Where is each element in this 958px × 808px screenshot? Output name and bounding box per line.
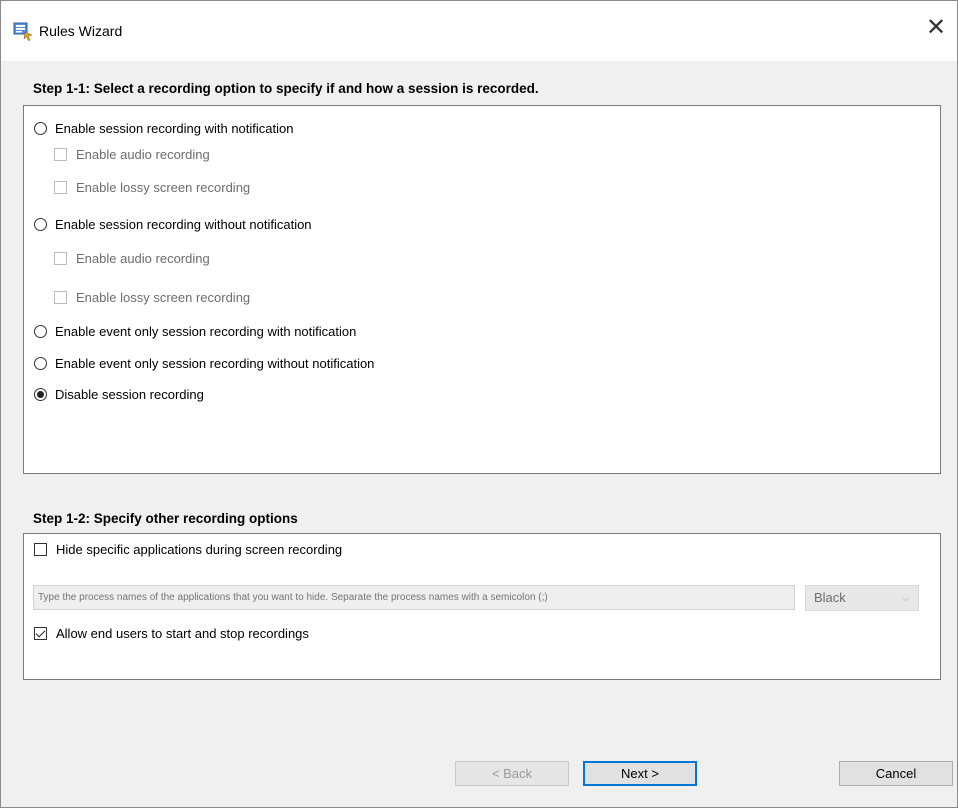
checkbox-label: Enable lossy screen recording	[76, 179, 251, 195]
radio-label: Disable session recording	[55, 386, 204, 402]
close-icon: ✕	[925, 14, 947, 41]
checkbox-audio-recording-1: Enable audio recording	[54, 144, 210, 164]
checkbox-checked[interactable]	[34, 626, 47, 640]
select-value: Black	[814, 590, 846, 605]
radio-button[interactable]	[34, 324, 47, 338]
radio-button[interactable]	[34, 217, 47, 231]
checkbox-allow-end-users[interactable]: Allow end users to start and stop record…	[34, 623, 309, 643]
radio-label: Enable event only session recording with…	[55, 323, 357, 339]
radio-button[interactable]	[34, 356, 47, 370]
checkbox-hide-applications[interactable]: Hide specific applications during screen…	[34, 539, 342, 559]
radio-label: Enable event only session recording with…	[55, 355, 375, 371]
next-button[interactable]: Next >	[583, 761, 697, 786]
back-button[interactable]: < Back	[455, 761, 569, 786]
radio-record-with-notification[interactable]: Enable session recording with notificati…	[34, 118, 293, 138]
cancel-button[interactable]: Cancel	[839, 761, 953, 786]
radio-event-only-without-notification[interactable]: Enable event only session recording with…	[34, 353, 374, 373]
close-button[interactable]: ✕	[915, 7, 957, 49]
process-names-input[interactable]	[33, 585, 795, 610]
checkbox	[54, 290, 67, 304]
checkbox-label: Allow end users to start and stop record…	[56, 625, 309, 641]
checkbox[interactable]	[34, 542, 47, 556]
radio-button-selected[interactable]	[34, 387, 47, 401]
checkbox-audio-recording-2: Enable audio recording	[54, 248, 210, 268]
checkbox	[54, 147, 67, 161]
checkbox-label: Hide specific applications during screen…	[56, 541, 343, 557]
step2-title: Step 1-2: Specify other recording option…	[33, 511, 298, 526]
checkbox-label: Enable audio recording	[76, 146, 210, 162]
radio-event-only-with-notification[interactable]: Enable event only session recording with…	[34, 321, 356, 341]
radio-record-without-notification[interactable]: Enable session recording without notific…	[34, 214, 312, 234]
rules-wizard-window: Rules Wizard ✕ Step 1-1: Select a record…	[0, 0, 958, 808]
checkbox-lossy-recording-2: Enable lossy screen recording	[54, 287, 250, 307]
chevron-down-icon: ⌵	[902, 593, 909, 603]
radio-label: Enable session recording with notificati…	[55, 120, 294, 136]
checkbox	[54, 180, 67, 194]
window-title: Rules Wizard	[39, 23, 123, 39]
step1-title: Step 1-1: Select a recording option to s…	[33, 81, 539, 96]
checkbox-label: Enable lossy screen recording	[76, 289, 251, 305]
checkbox-label: Enable audio recording	[76, 250, 210, 266]
app-icon	[13, 22, 33, 41]
radio-disable-recording[interactable]: Disable session recording	[34, 384, 204, 404]
radio-button[interactable]	[34, 121, 47, 135]
title-bar: Rules Wizard ✕	[1, 1, 957, 61]
checkbox-lossy-recording-1: Enable lossy screen recording	[54, 177, 250, 197]
checkbox	[54, 251, 67, 265]
radio-label: Enable session recording without notific…	[55, 216, 312, 232]
mask-color-select[interactable]: Black ⌵	[805, 585, 919, 611]
